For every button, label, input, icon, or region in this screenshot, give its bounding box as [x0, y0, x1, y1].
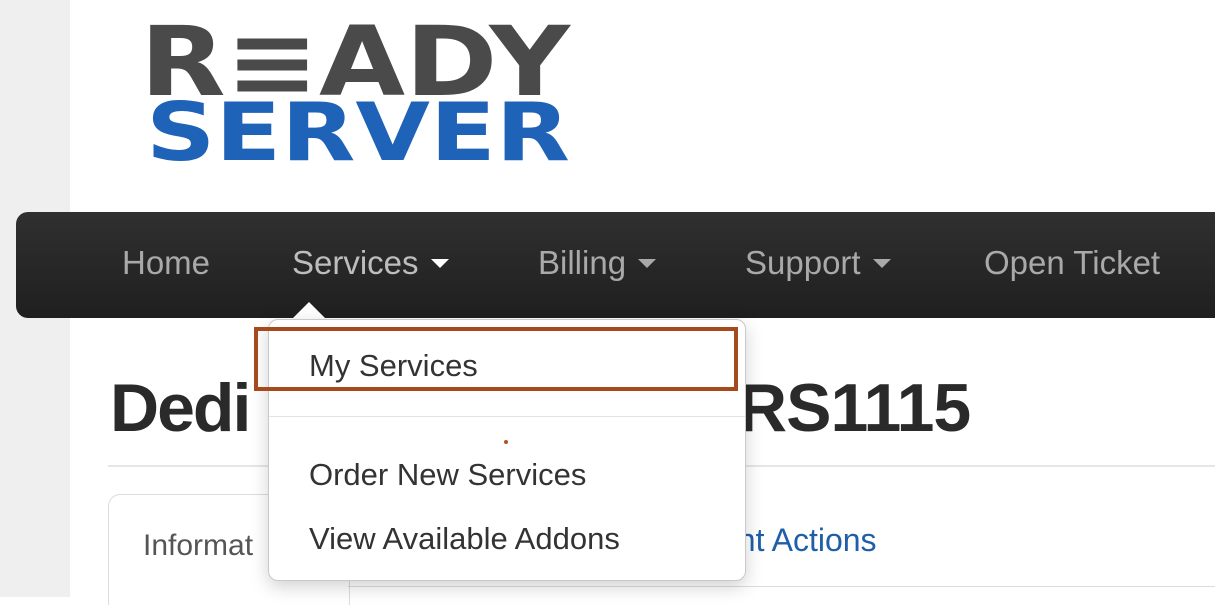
nav-services-label: Services	[292, 244, 419, 281]
main-navbar: Home Services Billing Support Open Ticke…	[16, 212, 1215, 318]
menu-item-view-available-addons[interactable]: View Available Addons	[309, 521, 620, 557]
tab-baseline	[348, 586, 1215, 587]
nav-home-label: Home	[122, 244, 211, 281]
chevron-down-icon	[872, 258, 891, 268]
logo-graphic: R≡ADY SERVER	[140, 6, 572, 170]
page-title-suffix: RS1115	[738, 370, 971, 446]
menu-item-order-new-services[interactable]: Order New Services	[309, 457, 586, 493]
highlight-annotation	[254, 327, 738, 391]
tab-information-label: Informat	[143, 529, 254, 562]
chevron-down-icon	[430, 258, 449, 268]
nav-open-ticket[interactable]: Open Ticket	[984, 212, 1160, 318]
dropdown-arrow	[292, 302, 326, 319]
menu-divider	[269, 416, 745, 417]
nav-support-label: Support	[745, 244, 861, 281]
nav-open-ticket-label: Open Ticket	[984, 244, 1161, 281]
cursor-dot	[504, 440, 508, 444]
page-title: Dedi	[110, 370, 251, 446]
nav-support[interactable]: Support	[745, 212, 891, 318]
nav-billing-label: Billing	[538, 244, 627, 281]
nav-home[interactable]: Home	[122, 212, 210, 318]
nav-billing[interactable]: Billing	[538, 212, 657, 318]
logo-line2: SERVER	[146, 86, 570, 170]
chevron-down-icon	[638, 258, 657, 268]
ready-server-logo[interactable]: R≡ADY SERVER	[140, 0, 580, 170]
